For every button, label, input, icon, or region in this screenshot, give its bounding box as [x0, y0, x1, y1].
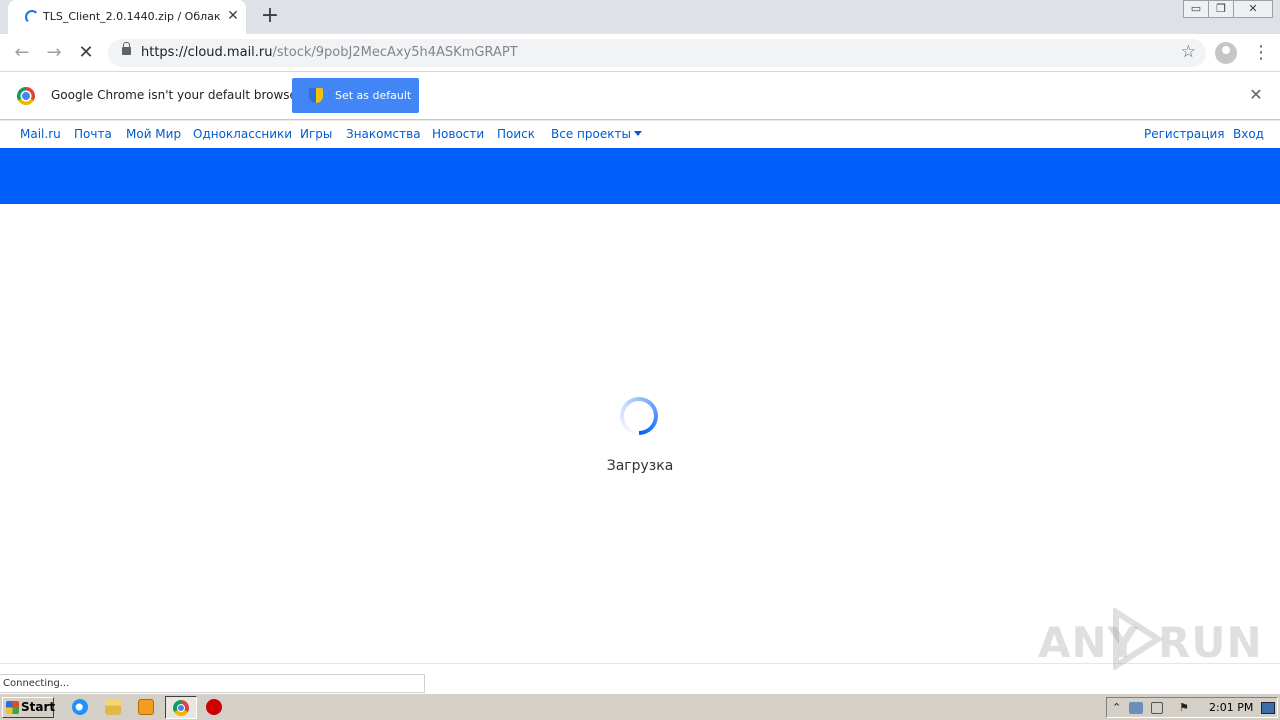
- cloud-header-band: [0, 148, 1280, 204]
- anyrun-watermark: ANY RUN: [1038, 608, 1262, 670]
- browser-toolbar: ← → ✕ https://cloud.mail.ru/stock/9pobJ2…: [0, 34, 1280, 72]
- chevron-down-icon: [633, 131, 642, 136]
- tab-title: TLS_Client_2.0.1440.zip / Облако Mail.ru: [43, 10, 221, 23]
- chrome-logo-icon: [17, 87, 35, 105]
- portal-link-odnoklassniki[interactable]: Одноклассники: [193, 127, 292, 141]
- forward-button[interactable]: →: [42, 41, 66, 65]
- loading-label: Загрузка: [606, 458, 674, 474]
- uac-shield-icon: [309, 88, 323, 103]
- opera-icon[interactable]: [206, 699, 222, 715]
- internet-explorer-icon[interactable]: [72, 699, 88, 715]
- chrome-menu-icon[interactable]: ⋮: [1252, 41, 1270, 65]
- infobar-message: Google Chrome isn't your default browser: [51, 88, 302, 102]
- windows-taskbar: Start ⌃ ⚑ 2:01 PM: [0, 693, 1280, 720]
- portal-link-mailru[interactable]: Mail.ru: [20, 127, 61, 141]
- portal-link-all-projects[interactable]: Все проекты: [551, 127, 642, 141]
- windows-logo-icon: [6, 701, 19, 714]
- portal-link-registration[interactable]: Регистрация: [1144, 127, 1224, 141]
- stop-button[interactable]: ✕: [74, 41, 98, 65]
- chrome-taskbar-button[interactable]: [165, 696, 197, 719]
- tab-loading-icon: [25, 10, 39, 24]
- show-desktop-icon[interactable]: [1261, 702, 1275, 714]
- new-tab-button[interactable]: +: [258, 5, 282, 29]
- all-projects-label: Все проекты: [551, 127, 631, 141]
- taskbar-clock[interactable]: 2:01 PM: [1209, 701, 1253, 714]
- play-logo-icon: [1113, 608, 1164, 670]
- start-label: Start: [21, 700, 56, 714]
- portal-link-poisk[interactable]: Поиск: [497, 127, 535, 141]
- loading-spinner-icon: [620, 397, 658, 435]
- network-icon[interactable]: [1129, 702, 1143, 714]
- tab-strip: TLS_Client_2.0.1440.zip / Облако Mail.ru…: [0, 0, 1280, 34]
- portal-link-znakomstva[interactable]: Знакомства: [346, 127, 421, 141]
- url-host: https://cloud.mail.ru: [141, 45, 273, 60]
- address-bar[interactable]: https://cloud.mail.ru/stock/9pobJ2MecAxy…: [108, 39, 1206, 67]
- portal-link-novosti[interactable]: Новости: [432, 127, 484, 141]
- start-button[interactable]: Start: [2, 697, 56, 718]
- infobar-close-icon[interactable]: ✕: [1248, 86, 1264, 104]
- portal-link-pochta[interactable]: Почта: [74, 127, 112, 141]
- back-button[interactable]: ←: [10, 41, 34, 65]
- url-path: /stock/9pobJ2MecAxy5h4ASKmGRAPT: [272, 45, 518, 60]
- minimize-button[interactable]: ▭: [1183, 0, 1209, 18]
- chrome-icon: [173, 700, 189, 716]
- close-window-button[interactable]: ✕: [1233, 0, 1273, 18]
- portal-nav: Mail.ru Почта Мой Мир Одноклассники Игры…: [0, 121, 1280, 148]
- bookmark-star-icon[interactable]: ☆: [1181, 42, 1196, 62]
- show-hidden-icons[interactable]: ⌃: [1112, 700, 1121, 715]
- browser-tab[interactable]: TLS_Client_2.0.1440.zip / Облако Mail.ru…: [8, 0, 246, 34]
- set-as-default-button[interactable]: Set as default: [292, 78, 419, 113]
- status-bubble: Connecting...: [0, 674, 425, 693]
- lock-icon[interactable]: [122, 42, 131, 55]
- media-player-icon[interactable]: [138, 699, 154, 715]
- chrome-icon-center: [178, 705, 184, 711]
- portal-link-login[interactable]: Вход: [1233, 127, 1264, 141]
- profile-avatar-icon[interactable]: [1215, 42, 1237, 64]
- watermark-text-right: RUN: [1158, 618, 1263, 667]
- portal-link-moy-mir[interactable]: Мой Мир: [126, 127, 181, 141]
- portal-link-igry[interactable]: Игры: [300, 127, 332, 141]
- default-browser-infobar: Google Chrome isn't your default browser…: [0, 72, 1280, 120]
- volume-icon[interactable]: [1151, 702, 1163, 714]
- maximize-button[interactable]: ❐: [1208, 0, 1234, 18]
- file-explorer-icon[interactable]: [105, 699, 121, 715]
- url-text[interactable]: https://cloud.mail.ru/stock/9pobJ2MecAxy…: [141, 45, 518, 60]
- action-center-flag-icon[interactable]: ⚑: [1179, 700, 1189, 715]
- tab-close-icon[interactable]: ✕: [225, 8, 241, 24]
- system-tray: ⌃ ⚑ 2:01 PM: [1106, 697, 1278, 718]
- set-as-default-label: Set as default: [335, 89, 412, 102]
